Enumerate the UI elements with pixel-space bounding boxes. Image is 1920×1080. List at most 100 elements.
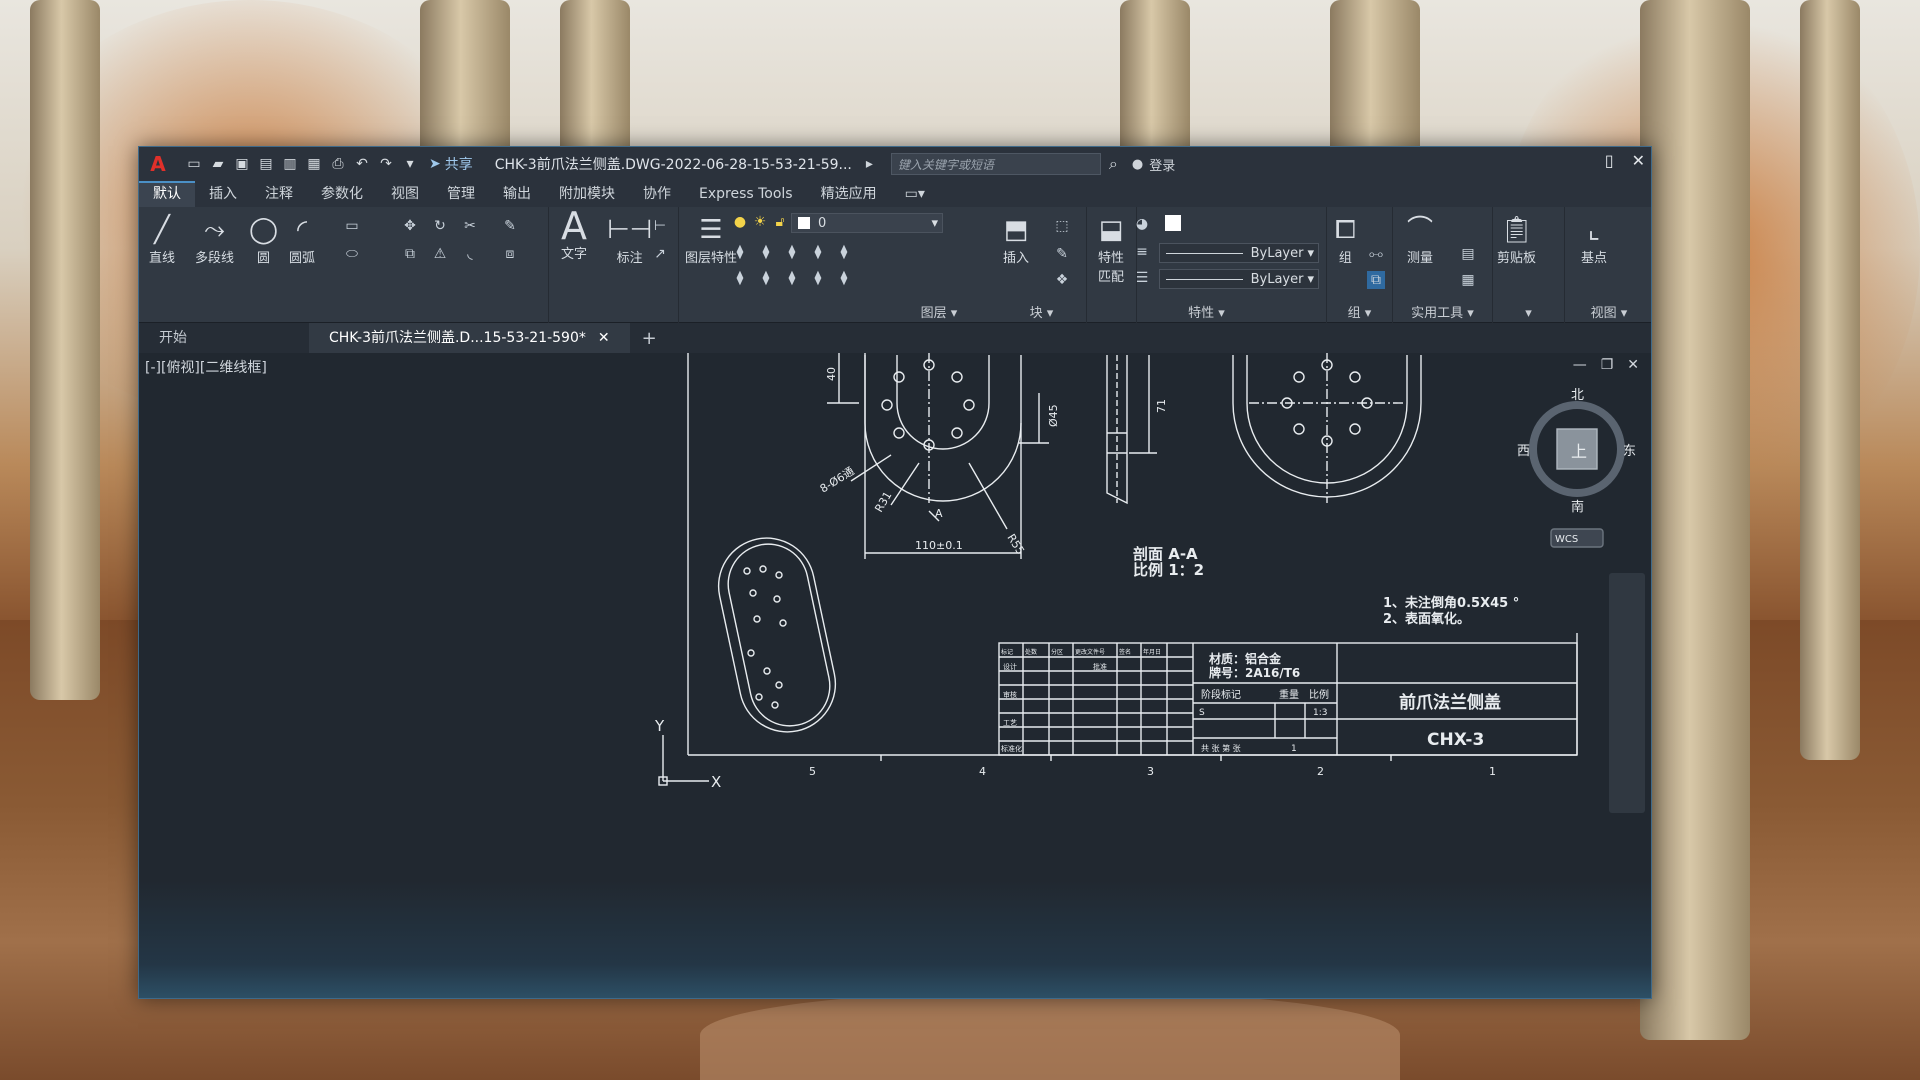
fillet-icon[interactable]: ◟ (461, 245, 479, 263)
line-tool[interactable]: ╱ 直线 (149, 213, 175, 266)
match-properties-tool[interactable]: ⬓ 特性匹配 (1093, 213, 1129, 285)
block-panel-label[interactable]: 块 ▾ (997, 302, 1086, 321)
viewport-controls[interactable]: [-][俯视][二维线框] (145, 357, 267, 377)
quick-calc-icon[interactable]: ▤ (1459, 245, 1477, 263)
save-icon[interactable]: ▣ (233, 155, 251, 173)
share-button[interactable]: ➤ 共享 (429, 154, 473, 174)
wcs-label[interactable]: WCS (1555, 534, 1578, 545)
arc-tool[interactable]: ◜ 圆弧 (289, 213, 315, 266)
rotate-icon[interactable]: ↻ (431, 217, 449, 235)
new-tab-button[interactable]: + (642, 328, 657, 349)
sun-icon[interactable]: ☀ (751, 213, 769, 231)
minimize-viewport-button[interactable]: — (1573, 357, 1587, 373)
clipboard-panel-expand[interactable]: ▾ (1493, 306, 1564, 321)
properties-panel-label[interactable]: 特性 ▾ (1087, 302, 1326, 321)
scale-icon[interactable]: ⧈ (501, 245, 519, 263)
lineweight-icon[interactable]: ≡ (1133, 243, 1151, 261)
tab-collaborate[interactable]: 协作 (629, 181, 685, 207)
drawing-area[interactable]: 40 Ø45 71 8-Ø6通 R31 R55 110±0.1 A 剖面 A-A… (139, 353, 1651, 998)
app-logo-icon[interactable]: A (145, 151, 171, 177)
measure-tool[interactable]: ⌒ 测量 (1407, 213, 1433, 266)
restore-viewport-button[interactable]: ❐ (1601, 357, 1614, 373)
tab-insert[interactable]: 插入 (195, 181, 251, 207)
text-tool[interactable]: A 文字 (561, 207, 587, 262)
viewcube-south[interactable]: 南 (1571, 499, 1584, 515)
tab-start[interactable]: 开始 (139, 323, 309, 353)
circle-tool[interactable]: ◯ 圆 (249, 213, 278, 266)
groups-panel-label[interactable]: 组 ▾ (1327, 302, 1392, 321)
layer-tool-icon[interactable]: ⧫ (835, 243, 853, 261)
tab-addins[interactable]: 附加模块 (545, 181, 629, 207)
copy-icon[interactable]: ⧉ (401, 245, 419, 263)
plot-icon[interactable]: ⎙ (329, 155, 347, 173)
clipboard-tool[interactable]: 📋︎ 剪贴板 (1497, 213, 1536, 266)
layer-tool-icon[interactable]: ⧫ (731, 243, 749, 261)
block-create-icon[interactable]: ⬚ (1053, 217, 1071, 235)
layer-tool-icon[interactable]: ⧫ (757, 243, 775, 261)
leader-icon[interactable]: ↗ (651, 245, 669, 263)
tab-annotate[interactable]: 注释 (251, 181, 307, 207)
close-viewport-button[interactable]: ✕ (1627, 357, 1639, 373)
layer-tool-icon[interactable]: ⧫ (757, 269, 775, 287)
tab-view[interactable]: 视图 (377, 181, 433, 207)
calculator-icon[interactable]: ▦ (1459, 271, 1477, 289)
restore-button[interactable]: ▯ (1605, 151, 1614, 170)
move-icon[interactable]: ✥ (401, 217, 419, 235)
tab-active-drawing[interactable]: CHK-3前爪法兰侧盖.D...15-53-21-590* ✕ (309, 323, 630, 353)
web-save-icon[interactable]: ▦ (305, 155, 323, 173)
tab-express-tools[interactable]: Express Tools (685, 181, 807, 207)
layer-tool-icon[interactable]: ⧫ (809, 269, 827, 287)
insert-tool[interactable]: ⬒ 插入 (1003, 213, 1029, 266)
group-select-icon[interactable]: ⧉ (1367, 271, 1385, 289)
linetype-dropdown[interactable]: ByLayer ▾ (1159, 269, 1319, 289)
viewcube-north[interactable]: 北 (1571, 388, 1584, 403)
layer-tool-icon[interactable]: ⧫ (783, 269, 801, 287)
lineweight-dropdown[interactable]: ByLayer ▾ (1159, 243, 1319, 263)
trim-icon[interactable]: ✂ (461, 217, 479, 235)
color-swatch[interactable] (1165, 215, 1181, 231)
block-attr-icon[interactable]: ❖ (1053, 271, 1071, 289)
block-edit-icon[interactable]: ✎ (1053, 245, 1071, 263)
search-input[interactable]: 键入关键字或短语 (890, 153, 1101, 175)
layer-tool-icon[interactable]: ⧫ (783, 243, 801, 261)
close-button[interactable]: ✕ (1632, 151, 1645, 170)
undo-icon[interactable]: ↶ (353, 155, 371, 173)
ribbon-options-icon[interactable]: ▭▾ (891, 181, 939, 207)
erase-icon[interactable]: ✎ (501, 217, 519, 235)
dimension-tool[interactable]: ⊢⊣ 标注 (607, 213, 652, 266)
customize-dropdown-icon[interactable]: ▾ (401, 155, 419, 173)
layer-properties-tool[interactable]: ☰ 图层特性 (685, 213, 737, 266)
navigation-bar[interactable] (1609, 573, 1645, 813)
search-icon[interactable]: ⌕ (1109, 154, 1118, 174)
close-icon[interactable]: ✕ (598, 323, 610, 353)
rectangle-icon[interactable]: ▭ (343, 217, 361, 235)
ellipse-icon[interactable]: ⬭ (343, 245, 361, 263)
lock-icon[interactable]: 🔓︎ (771, 213, 789, 231)
viewcube-east[interactable]: 东 (1623, 444, 1636, 459)
redo-icon[interactable]: ↷ (377, 155, 395, 173)
linear-dim-icon[interactable]: ⊢ (651, 217, 669, 235)
tab-featured-apps[interactable]: 精选应用 (807, 181, 891, 207)
open-folder-icon[interactable]: ▰ (209, 155, 227, 173)
color-wheel-icon[interactable]: ◕ (1133, 215, 1151, 233)
expand-arrow-icon[interactable]: ▸ (866, 156, 873, 172)
web-open-icon[interactable]: ▥ (281, 155, 299, 173)
login-button[interactable]: ● 登录 (1132, 155, 1175, 174)
layers-panel-label[interactable]: 图层 ▾ (879, 302, 999, 321)
tab-default[interactable]: 默认 (139, 181, 195, 207)
save-as-icon[interactable]: ▤ (257, 155, 275, 173)
mirror-icon[interactable]: ⚠ (431, 245, 449, 263)
view-panel-label[interactable]: 视图 ▾ (1565, 302, 1651, 321)
layer-dropdown[interactable]: 0 ▾ (791, 213, 943, 233)
linetype-icon[interactable]: ☰ (1133, 269, 1151, 287)
new-file-icon[interactable]: ▭ (185, 155, 203, 173)
layer-tool-icon[interactable]: ⧫ (809, 243, 827, 261)
tab-manage[interactable]: 管理 (433, 181, 489, 207)
viewcube-top[interactable]: 上 (1571, 442, 1587, 461)
layer-tool-icon[interactable]: ⧫ (835, 269, 853, 287)
group-tool[interactable]: ⧠ 组 (1335, 213, 1356, 266)
tab-output[interactable]: 输出 (489, 181, 545, 207)
bulb-icon[interactable]: ● (731, 213, 749, 231)
utilities-panel-label[interactable]: 实用工具 ▾ (1393, 302, 1492, 321)
polyline-tool[interactable]: ⤳ 多段线 (195, 213, 234, 266)
